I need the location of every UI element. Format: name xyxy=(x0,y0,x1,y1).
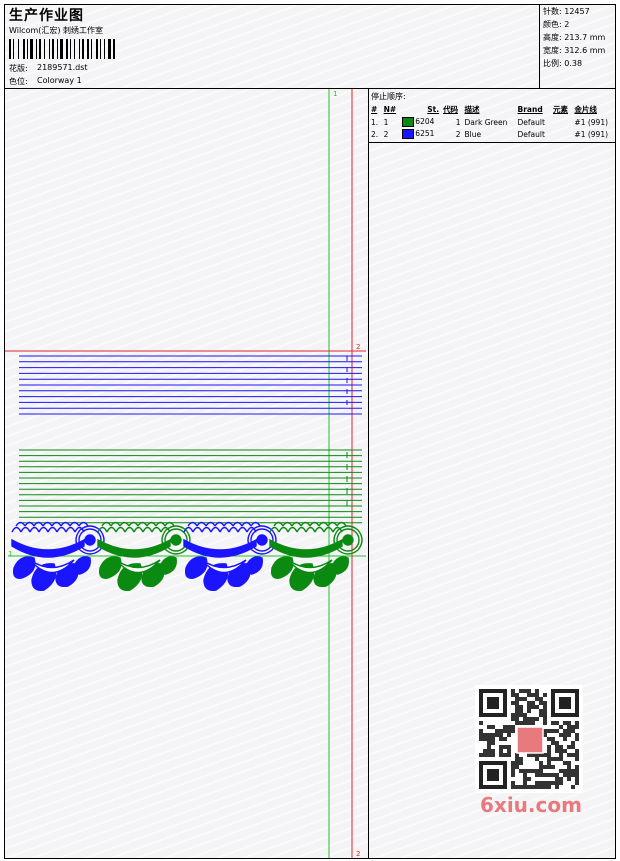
col-sequin: 金片线 xyxy=(574,105,597,114)
col-description: 描述 xyxy=(464,105,480,114)
qr-code-watermark xyxy=(475,685,583,793)
page-title: 生产作业图 xyxy=(9,8,84,24)
stat-width: 宽度: 312.6 mm xyxy=(543,46,606,55)
lace-rosette-center xyxy=(84,534,96,546)
col-element: 元素 xyxy=(552,105,568,114)
stats-divider xyxy=(539,5,540,88)
header-divider xyxy=(5,88,615,89)
production-sheet: 生产作业图 Wilcom(汇宏) 刺绣工作室 花版: 2189571.dst 色… xyxy=(4,4,616,859)
stat-height: 高度: 213.7 mm xyxy=(543,33,606,42)
table-row: 2. 2 6251 2 Blue Default #1 (991) xyxy=(371,129,609,139)
lace-rosette-center xyxy=(342,534,354,546)
red-marker-right: 2 xyxy=(356,343,360,351)
red-marker-bottom: 2 xyxy=(356,850,360,858)
lace-rosette-center xyxy=(170,534,182,546)
color-swatch xyxy=(402,129,415,139)
stat-colors: 颜色: 2 xyxy=(543,20,570,29)
col-needle: N# xyxy=(383,105,397,114)
table-divider xyxy=(368,142,615,143)
green-marker-left: 1 xyxy=(8,550,12,558)
table-row: 1. 1 6204 1 Dark Green Default #1 (991) xyxy=(371,117,609,127)
colorway-name: Colorway 1 xyxy=(37,76,82,85)
col-index: # xyxy=(371,105,378,114)
panel-divider xyxy=(368,88,369,858)
col-brand: Brand xyxy=(517,105,543,114)
col-st: St. xyxy=(427,105,440,114)
stop-sequence-table: # N# St. 代码 描述 Brand 元素 金片线 1. 1 6204 1 … xyxy=(369,103,615,140)
color-swatch xyxy=(402,117,415,127)
lace-rosette-center xyxy=(256,534,268,546)
colorway-label: 色位: xyxy=(9,77,28,86)
stop-sequence-heading: 停止顺序: xyxy=(371,92,406,101)
design-label: 花版: xyxy=(9,64,28,73)
stat-scale: 比例: 0.38 xyxy=(543,59,583,68)
col-code: 代码 xyxy=(443,105,459,114)
stat-stitches: 针数: 12457 xyxy=(543,7,590,16)
seal-stamp xyxy=(516,726,544,754)
barcode-image xyxy=(9,39,145,59)
site-logo: 6xiu.com xyxy=(480,793,582,817)
studio-name: Wilcom(汇宏) 刺绣工作室 xyxy=(9,26,104,35)
design-file: 2189571.dst xyxy=(37,63,88,72)
green-marker-top: 1 xyxy=(333,90,337,98)
